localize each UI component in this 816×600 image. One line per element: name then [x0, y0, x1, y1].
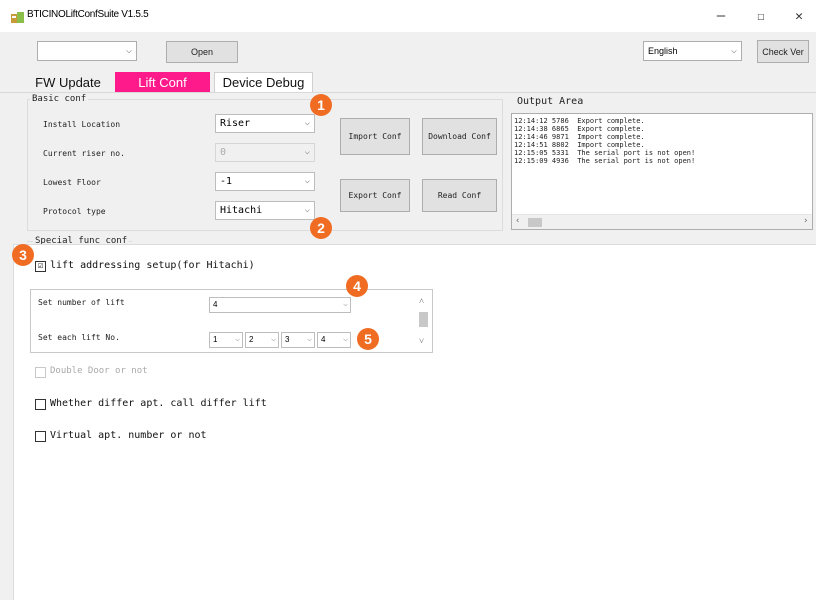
scroll-thumb[interactable] — [528, 218, 542, 227]
double-door-checkbox — [35, 367, 46, 378]
annotation-marker-1: 1 — [310, 94, 332, 116]
lift-no-select-3[interactable]: 3 ⌵ — [281, 332, 315, 348]
scroll-up-icon[interactable]: ˄ — [419, 296, 424, 307]
language-select-value: English — [648, 46, 678, 56]
tab-lift-conf[interactable]: Lift Conf — [115, 72, 210, 92]
chevron-down-icon: ⌵ — [730, 45, 737, 56]
log-line: 12:14:38 6865 Export complete. — [514, 125, 645, 133]
download-conf-button[interactable]: Download Conf — [422, 118, 497, 155]
virtual-apt-checkbox[interactable] — [35, 431, 46, 442]
chevron-down-icon: ⌵ — [271, 334, 276, 343]
install-location-value: Riser — [220, 118, 251, 129]
double-door-label: Double Door or not — [50, 366, 148, 376]
protocol-type-value: Hitachi — [220, 205, 263, 216]
scroll-thumb[interactable] — [419, 312, 428, 327]
language-select[interactable]: English ⌵ — [643, 41, 742, 61]
lift-no-value: 3 — [285, 335, 290, 344]
lift-no-select-1[interactable]: 1 ⌵ — [209, 332, 243, 348]
install-location-label: Install Location — [43, 120, 121, 129]
tab-device-debug[interactable]: Device Debug — [214, 72, 313, 92]
scroll-right-icon[interactable]: › — [803, 216, 808, 226]
read-conf-button[interactable]: Read Conf — [422, 179, 497, 212]
protocol-type-select[interactable]: Hitachi ⌵ — [215, 201, 315, 220]
chevron-down-icon: ⌵ — [343, 299, 348, 308]
lift-addressing-checkbox[interactable]: ☑ — [35, 261, 46, 272]
chevron-down-icon: ⌵ — [307, 334, 312, 343]
chevron-down-icon: ⌵ — [304, 176, 310, 186]
protocol-type-label: Protocol type — [43, 207, 106, 216]
current-riser-value: 0 — [220, 147, 227, 158]
log-line: 12:14:46 9871 Import complete. — [514, 133, 645, 141]
annotation-marker-2: 2 — [310, 217, 332, 239]
open-button[interactable]: Open — [166, 41, 238, 63]
scroll-down-icon[interactable]: ˅ — [419, 336, 424, 347]
tab-fw-update[interactable]: FW Update — [28, 72, 108, 92]
chevron-down-icon: ⌵ — [304, 205, 310, 215]
minimize-button[interactable]: – — [704, 0, 738, 32]
lift-no-value: 1 — [213, 335, 218, 344]
close-button[interactable]: ✕ — [782, 0, 816, 32]
log-line: 12:14:12 5786 Export complete. — [514, 117, 645, 125]
set-number-value: 4 — [213, 300, 218, 309]
title-bar: BTICINOLiftConfSuite V1.5.5 – ☐ ✕ — [0, 0, 816, 32]
chevron-down-icon: ⌵ — [343, 334, 348, 343]
import-conf-button[interactable]: Import Conf — [340, 118, 410, 155]
maximize-button[interactable]: ☐ — [744, 0, 778, 32]
set-number-label: Set number of lift — [38, 298, 125, 307]
differ-lift-checkbox[interactable] — [35, 399, 46, 410]
lift-no-select-4[interactable]: 4 ⌵ — [317, 332, 351, 348]
toolbar: ⌵ Open English ⌵ Check Ver — [0, 32, 816, 70]
annotation-marker-4: 4 — [346, 275, 368, 297]
chevron-down-icon: ⌵ — [304, 118, 310, 128]
log-line: 12:14:51 8802 Import complete. — [514, 141, 645, 149]
lift-no-select-2[interactable]: 2 ⌵ — [245, 332, 279, 348]
log-line: 12:15:05 5331 The serial port is not ope… — [514, 149, 696, 157]
chevron-down-icon: ⌵ — [125, 45, 132, 56]
chevron-down-icon: ⌵ — [304, 147, 310, 157]
export-conf-button[interactable]: Export Conf — [340, 179, 410, 212]
lowest-floor-label: Lowest Floor — [43, 178, 101, 187]
port-select[interactable]: ⌵ — [37, 41, 137, 61]
lift-no-value: 4 — [321, 335, 326, 344]
virtual-apt-label: Virtual apt. number or not — [50, 430, 207, 441]
annotation-marker-3: 3 — [12, 244, 34, 266]
set-number-select[interactable]: 4 ⌵ — [209, 297, 351, 313]
lowest-floor-value: -1 — [220, 176, 233, 187]
current-riser-label: Current riser no. — [43, 149, 125, 158]
horizontal-scrollbar[interactable]: ‹ › — [512, 214, 812, 229]
output-log[interactable]: 12:14:12 5786 Export complete. 12:14:38 … — [511, 113, 813, 230]
annotation-marker-5: 5 — [357, 328, 379, 350]
check-ver-button[interactable]: Check Ver — [757, 40, 809, 63]
scroll-left-icon[interactable]: ‹ — [515, 216, 520, 226]
window-title: BTICINOLiftConfSuite V1.5.5 — [27, 9, 149, 20]
differ-lift-label: Whether differ apt. call differ lift — [50, 398, 267, 409]
current-riser-select: 0 ⌵ — [215, 143, 315, 162]
set-each-label: Set each lift No. — [38, 333, 120, 342]
lift-no-value: 2 — [249, 335, 254, 344]
app-icon — [11, 12, 24, 23]
lift-addressing-label: lift addressing setup(for Hitachi) — [50, 260, 255, 271]
lowest-floor-select[interactable]: -1 ⌵ — [215, 172, 315, 191]
chevron-down-icon: ⌵ — [235, 334, 240, 343]
install-location-select[interactable]: Riser ⌵ — [215, 114, 315, 133]
vertical-scrollbar[interactable]: ˄ ˅ — [416, 296, 430, 350]
output-area-title: Output Area — [517, 96, 584, 107]
basic-conf-title: Basic conf — [30, 94, 89, 104]
log-line: 12:15:09 4936 The serial port is not ope… — [514, 157, 696, 165]
